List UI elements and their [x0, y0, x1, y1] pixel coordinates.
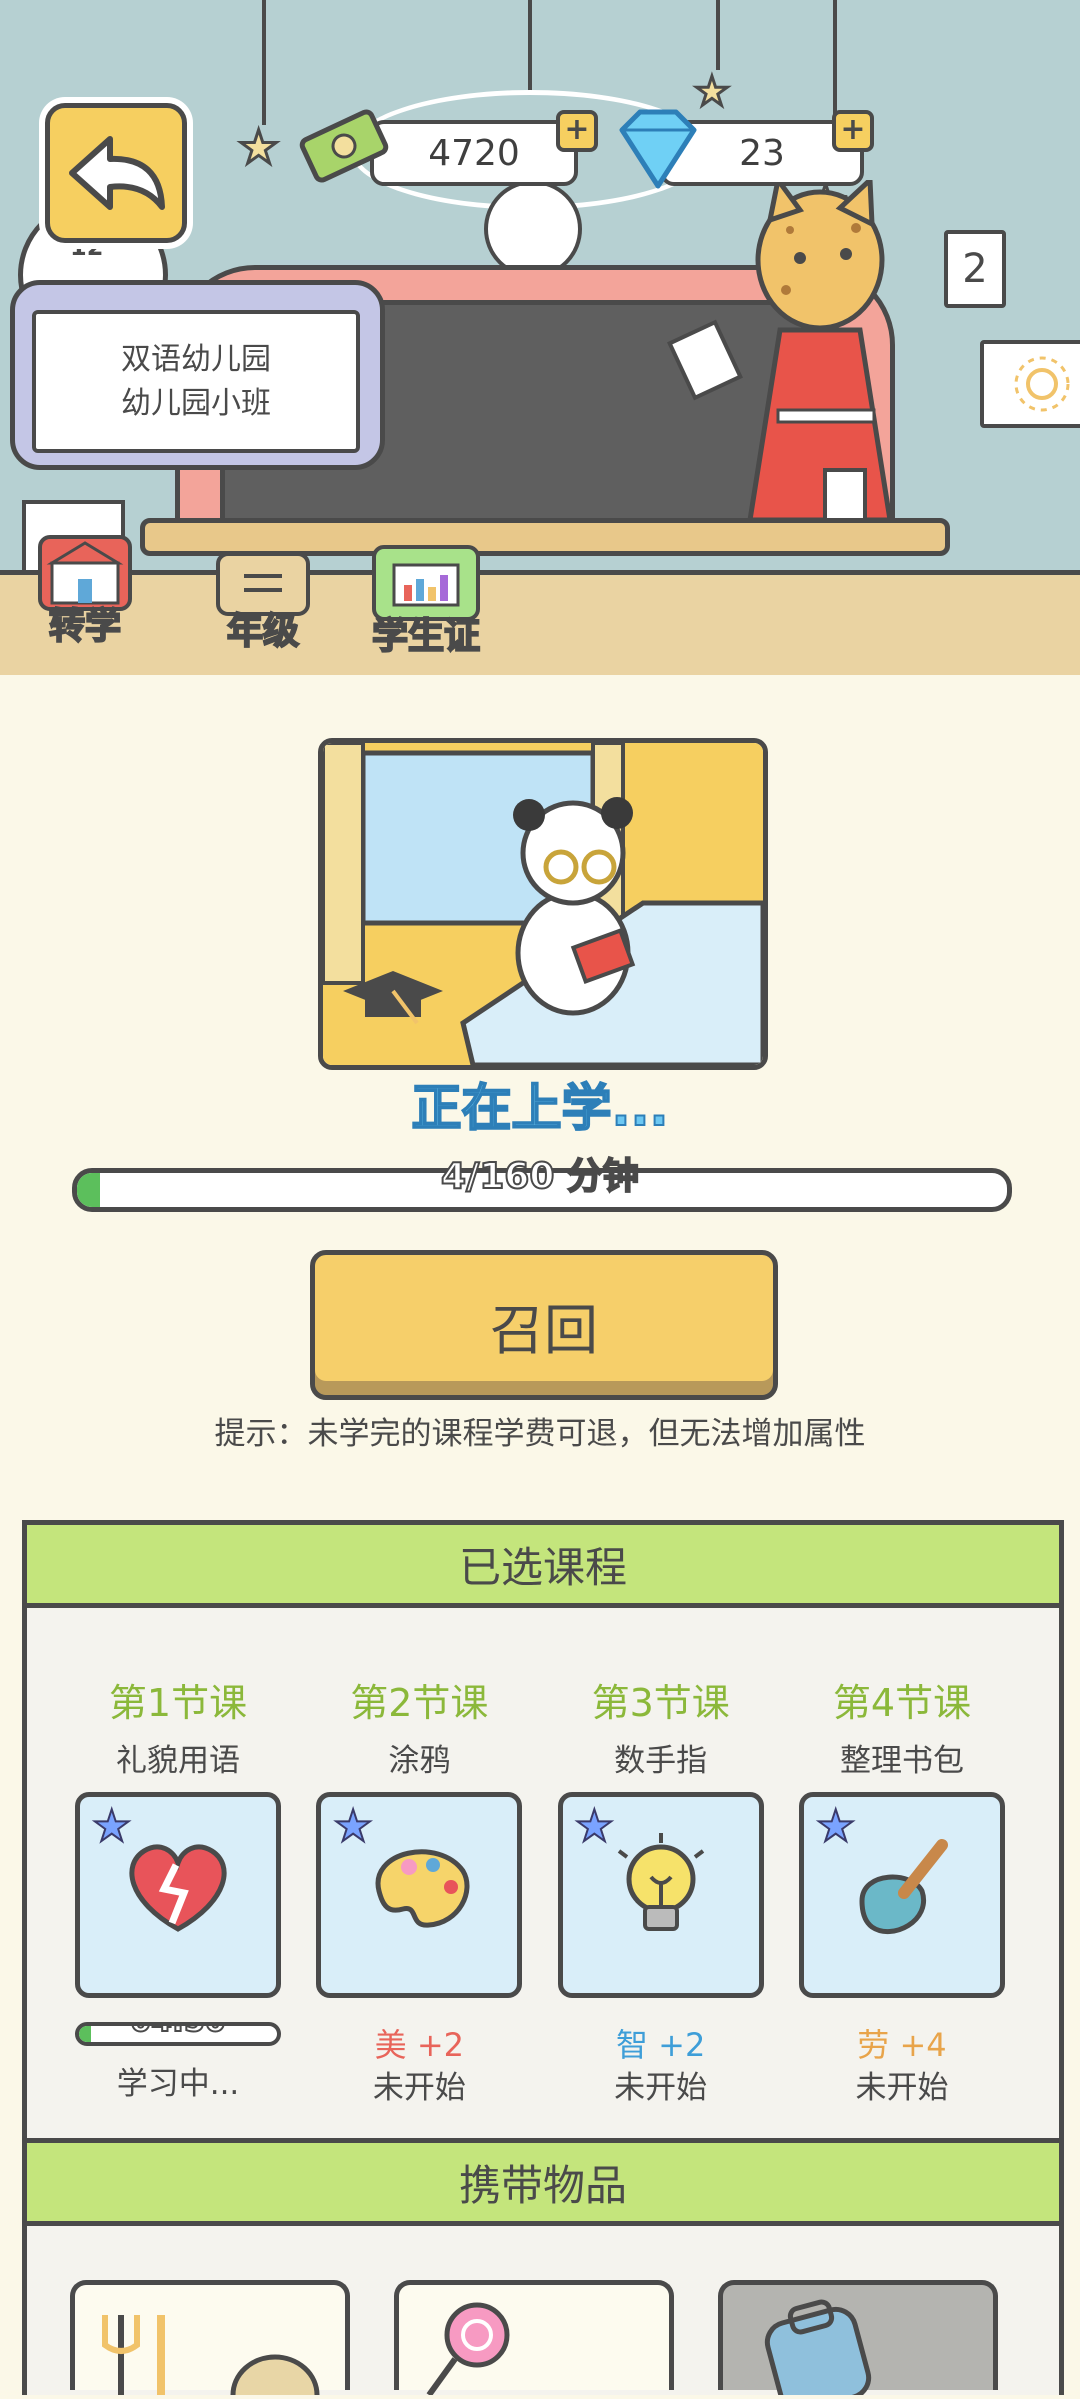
hanging-rope — [716, 0, 720, 70]
course-list: 第1节课礼貌用语★04:50学习中...第2节课涂鸦★美 +2未开始第3节课数手… — [70, 1672, 1010, 2107]
class-name: 幼儿园小班 — [121, 385, 271, 421]
study-progress-label: 4/160 分钟 — [440, 1155, 640, 1198]
course-card[interactable]: ★ — [316, 1792, 523, 1998]
course-number: 第4节课 — [832, 1681, 972, 1725]
hanging-rope — [833, 0, 837, 120]
grade-label: 年级 — [226, 610, 300, 653]
backpack-icon — [764, 2299, 872, 2399]
course-name: 整理书包 — [839, 1743, 964, 1779]
course-3[interactable]: 第3节课数手指 ★ 智 +2 未开始 — [553, 1672, 769, 2107]
student-id-label: 学生证 — [371, 615, 481, 658]
course-timer-bar: 04:50 — [75, 2022, 281, 2046]
transfer-label: 转学 — [48, 605, 122, 648]
carry-items-header: 携带物品 — [22, 2138, 1064, 2226]
school-name: 双语幼儿园 — [121, 341, 271, 377]
add-diamond-button[interactable]: + — [832, 110, 874, 152]
heart-icon — [80, 1831, 276, 1941]
recall-button[interactable]: 召回 — [310, 1250, 778, 1400]
palette-icon — [321, 1831, 517, 1941]
diamond-icon — [608, 104, 708, 198]
course-attribute-bonus: 智 +2 — [615, 2026, 706, 2064]
hanging-rope — [528, 0, 532, 95]
back-arrow-icon — [69, 136, 165, 210]
wall-poster — [980, 340, 1080, 428]
lightbulb-icon — [563, 1831, 759, 1951]
course-state: 学习中... — [116, 2066, 240, 2102]
course-number: 第1节课 — [108, 1681, 248, 1725]
status-text: 正在上学... — [411, 1078, 670, 1138]
refund-tip: 提示：未学完的课程学费可退，但无法增加属性 — [214, 1416, 866, 1452]
cash-counter: 4720 — [370, 120, 578, 186]
studying-picture — [318, 738, 768, 1070]
calendar-icon: 2 — [944, 230, 1006, 308]
course-timer-label: 04:50 — [79, 2026, 277, 2040]
course-state: 未开始 — [614, 2070, 708, 2106]
course-name: 数手指 — [614, 1743, 708, 1779]
course-4[interactable]: 第4节课整理书包 ★ 劳 +4 未开始 — [794, 1672, 1010, 2107]
hanging-rope — [262, 0, 266, 125]
selected-courses-header: 已选课程 — [22, 1520, 1064, 1608]
utensils-icon — [102, 2315, 320, 2399]
school-card: 双语幼儿园 幼儿园小班 — [32, 310, 360, 453]
back-button[interactable] — [45, 103, 187, 243]
teacher-desk — [140, 518, 950, 556]
student-id-button[interactable]: 学生证 — [371, 545, 481, 659]
ceiling-lamp — [484, 180, 582, 278]
course-state: 未开始 — [855, 2070, 949, 2106]
course-2[interactable]: 第2节课涂鸦 ★ 美 +2 未开始 — [311, 1672, 527, 2107]
cash-icon — [296, 98, 392, 198]
toolbar-shelf — [0, 570, 1080, 675]
star-ornament-icon: ★ — [236, 120, 280, 174]
course-card[interactable]: ★ — [557, 1792, 764, 1998]
transfer-button[interactable]: 转学 — [38, 535, 132, 649]
carry-item-slot[interactable] — [70, 2280, 350, 2399]
lollipop-icon — [426, 2302, 510, 2397]
course-1[interactable]: 第1节课礼貌用语 ★ 04:50 学习中... — [70, 1672, 286, 2107]
course-number: 第2节课 — [350, 1681, 489, 1725]
course-state: 未开始 — [372, 2070, 466, 2106]
course-card[interactable]: ★ — [798, 1792, 1005, 1998]
course-card[interactable]: ★ — [75, 1792, 281, 1998]
add-cash-button[interactable]: + — [556, 110, 598, 152]
classroom-scene: ★ ★ ★ 12 2 双语幼儿园 幼儿园小班 转学 — [0, 0, 1080, 675]
shovel-icon — [804, 1831, 1000, 1951]
carry-item-slot[interactable] — [394, 2280, 674, 2397]
course-number: 第3节课 — [591, 1681, 730, 1725]
carry-item-slot[interactable] — [718, 2280, 998, 2399]
course-name: 涂鸦 — [388, 1743, 451, 1779]
course-attribute-bonus: 美 +2 — [374, 2026, 464, 2064]
leopard-teacher-icon — [667, 180, 893, 520]
grade-button[interactable]: 年级 — [216, 552, 310, 654]
course-attribute-bonus: 劳 +4 — [857, 2026, 947, 2064]
course-name: 礼貌用语 — [116, 1743, 240, 1779]
